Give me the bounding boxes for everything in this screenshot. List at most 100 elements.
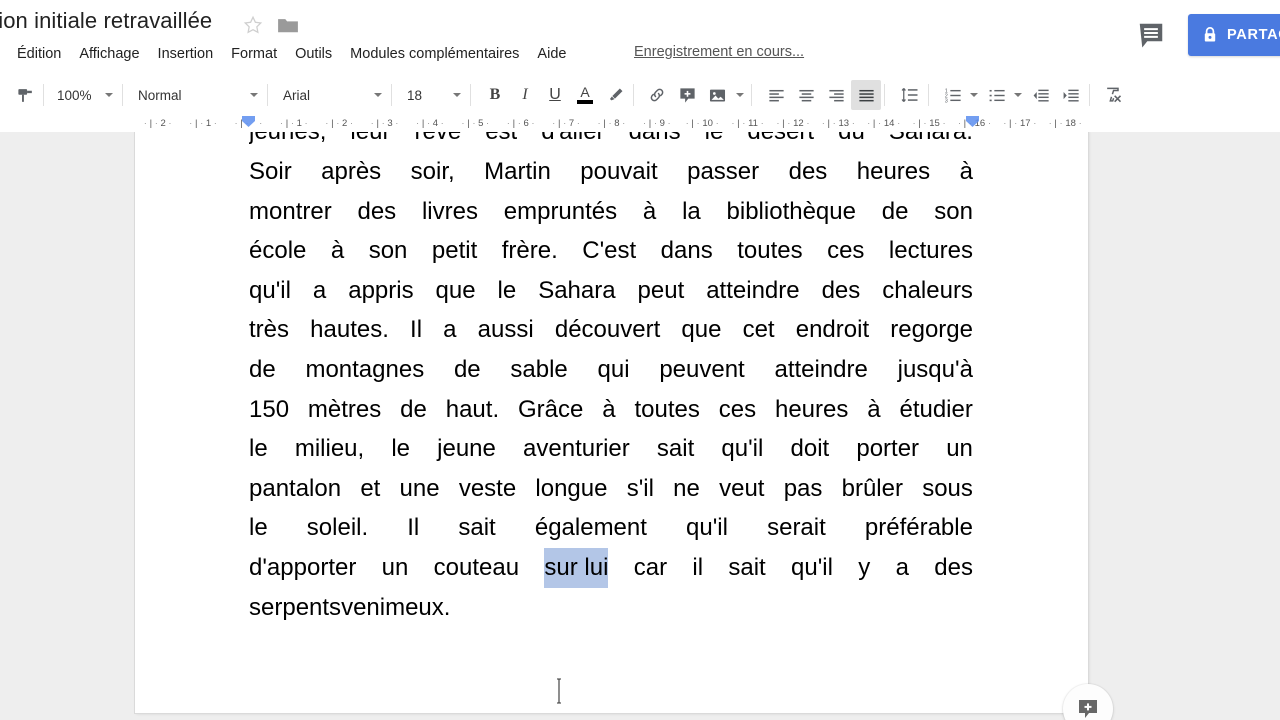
document-line[interactable]: serpents venimeux. <box>249 588 973 628</box>
highlight-pen-icon[interactable] <box>600 80 630 110</box>
font-family-selector[interactable]: Arial <box>271 80 388 110</box>
document-line[interactable]: qu'il a appris que le Sahara peut atteindre des c… <box>249 271 973 311</box>
chevron-down-icon <box>374 93 382 97</box>
word: chaleurs <box>882 276 973 304</box>
word: à <box>959 158 973 185</box>
word: il <box>692 553 704 581</box>
word: le <box>249 514 268 542</box>
numbered-list-dropdown[interactable] <box>968 80 982 110</box>
bold-label: B <box>489 86 501 103</box>
ruler-tick: · | · 4 · <box>416 117 444 129</box>
menu-item-affichage[interactable]: Affichage <box>70 42 148 66</box>
align-left-icon[interactable] <box>761 80 791 110</box>
ruler-tick: · | · 12 · <box>776 117 810 129</box>
menu-item-outils[interactable]: Outils <box>286 42 341 66</box>
align-center-icon[interactable] <box>791 80 821 110</box>
document-text-body[interactable]: jeunes,leurrêveestd'allerdansledésertduS… <box>249 132 973 627</box>
chevron-down-icon <box>453 93 461 97</box>
add-comment-icon[interactable] <box>672 80 702 110</box>
word: s'il <box>626 474 654 502</box>
star-outline-icon[interactable] <box>242 14 264 36</box>
align-justify-icon[interactable] <box>851 80 881 110</box>
image-options-dropdown[interactable] <box>734 80 748 110</box>
menu-item-aide[interactable]: Aide <box>528 42 575 66</box>
comments-icon[interactable] <box>1135 20 1167 50</box>
word: ces <box>827 237 865 265</box>
line-spacing-icon[interactable] <box>895 80 925 110</box>
document-line[interactable]: pantalon et une veste longue s'il ne veut pas brû… <box>249 469 973 509</box>
ruler-tick: · | · 1 · <box>279 117 308 129</box>
folder-icon[interactable] <box>277 16 299 34</box>
toolbar-separator <box>470 84 471 106</box>
underline-button[interactable]: U <box>540 80 570 110</box>
word: étudier <box>899 395 973 423</box>
document-title[interactable]: tion initiale retravaillée <box>0 8 212 34</box>
word: désert <box>747 132 814 152</box>
word: leur <box>350 132 390 152</box>
bulleted-list-dropdown[interactable] <box>1012 80 1026 110</box>
document-line[interactable]: très hautes. Il a aussi découvert que cet endroi… <box>249 310 973 350</box>
word: qu'il <box>791 553 833 581</box>
document-line[interactable]: jeunes, leur rêve est d'aller dans le désert du S… <box>249 132 973 152</box>
word: qui <box>597 355 630 383</box>
word: le <box>497 276 517 304</box>
add-comment-floating-button[interactable] <box>1063 684 1113 720</box>
toolbar-separator <box>928 84 929 106</box>
document-line[interactable]: le soleil. Il sait également qu'il serait préfé… <box>249 508 973 548</box>
ruler-tick: · | · 9 · <box>642 117 671 129</box>
document-line[interactable]: le milieu, le jeune aventurier sait qu'il doit p… <box>249 429 973 469</box>
app-header: tion initiale retravaillée Édition Affic… <box>0 0 1280 70</box>
word: que <box>435 276 476 304</box>
word: hautes. <box>310 316 389 344</box>
text-color-button[interactable]: A <box>570 80 600 110</box>
saving-status[interactable]: Enregistrement en cours... <box>634 44 804 60</box>
toolbar-separator <box>633 84 634 106</box>
word: montagnes <box>305 355 425 383</box>
font-size-selector[interactable]: 18 <box>395 80 467 110</box>
paragraph-style-selector[interactable]: Normal <box>126 80 264 110</box>
word: passer <box>687 158 760 185</box>
ruler-track[interactable]: · | · 2 ·· | · 1 ·· | · ·· | · 1 ·· | · … <box>135 114 1088 132</box>
clear-formatting-icon[interactable] <box>1098 80 1128 110</box>
ruler-tick: · | · 8 · <box>597 117 626 129</box>
document-line[interactable]: Soir après soir, Martin pouvait passer des heur… <box>249 152 973 192</box>
increase-indent-icon[interactable] <box>1056 80 1086 110</box>
menu-item-edition[interactable]: Édition <box>8 42 70 66</box>
word: 150 <box>249 395 290 423</box>
bulleted-list-icon[interactable] <box>982 80 1012 110</box>
align-right-icon[interactable] <box>821 80 851 110</box>
word: porter <box>856 435 920 463</box>
italic-button[interactable]: I <box>510 80 540 110</box>
decrease-indent-icon[interactable] <box>1026 80 1056 110</box>
word: soleil. <box>306 514 369 542</box>
link-icon[interactable] <box>642 80 672 110</box>
document-line[interactable]: école à son petit frère. C'est dans toutes ces le… <box>249 231 973 271</box>
word: un <box>381 553 409 581</box>
ruler-tick: · | · 11 · <box>731 117 764 129</box>
document-line[interactable]: de montagnes de sable qui peuvent atteindre jus… <box>249 350 973 390</box>
word: jeunes, <box>249 132 326 152</box>
bold-button[interactable]: B <box>480 80 510 110</box>
word: qu'il <box>721 435 764 463</box>
word: des <box>821 276 861 304</box>
zoom-selector[interactable]: 100% <box>47 80 119 110</box>
insert-image-icon[interactable] <box>702 80 732 110</box>
text-cursor-icon <box>557 678 561 704</box>
word: y <box>858 553 871 581</box>
numbered-list-icon[interactable]: 1 2 3 <box>938 80 968 110</box>
word: Soir <box>249 158 292 185</box>
menu-item-modules-complementaires[interactable]: Modules complémentaires <box>341 42 528 66</box>
menu-item-insertion[interactable]: Insertion <box>149 42 223 66</box>
word: mètres <box>307 395 382 423</box>
paint-format-icon[interactable] <box>10 80 40 110</box>
menu-item-format[interactable]: Format <box>222 42 286 66</box>
share-button[interactable]: PARTAG <box>1188 14 1280 56</box>
word: veste <box>458 474 517 502</box>
document-page[interactable]: jeunes,leurrêveestd'allerdansledésertduS… <box>135 132 1088 713</box>
document-line[interactable]: 150 mètres de haut. Grâce à toutes ces heures à ét… <box>249 390 973 430</box>
word: petit <box>431 237 478 265</box>
word: le <box>249 435 268 463</box>
word: sait <box>728 553 766 581</box>
document-line[interactable]: montrer des livres empruntés à la bibliothèque… <box>249 192 973 232</box>
document-line[interactable]: d'apporter un couteau sur lui car il sait qu'il… <box>249 547 973 588</box>
